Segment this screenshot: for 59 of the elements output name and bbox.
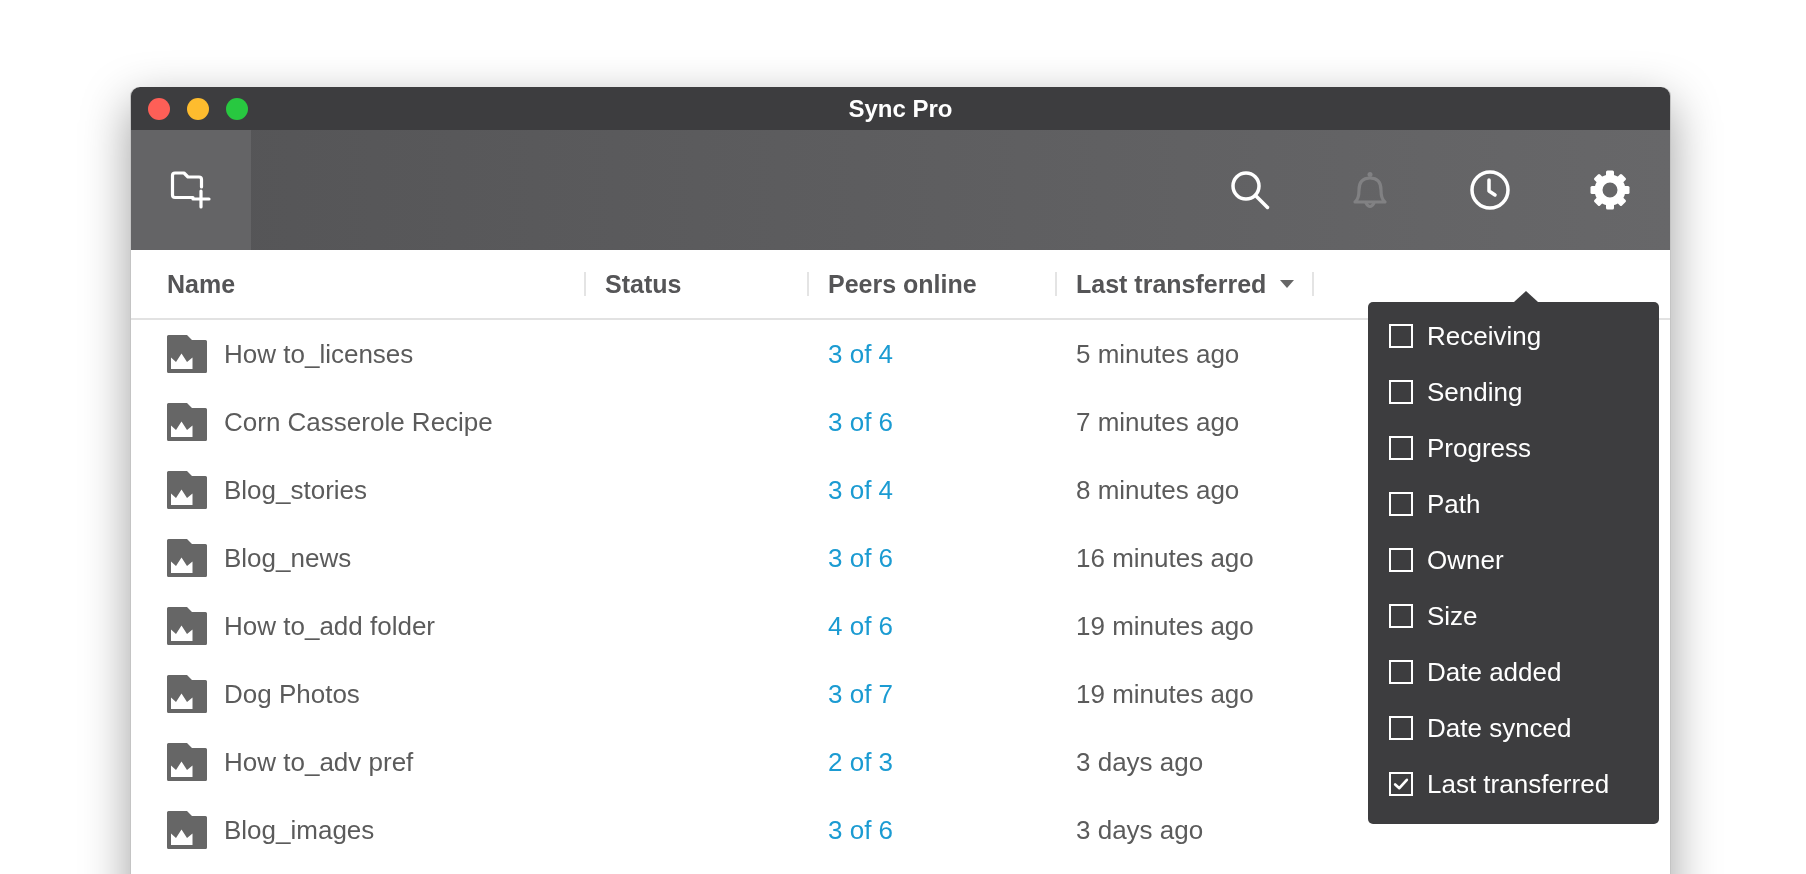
- checkbox[interactable]: [1389, 380, 1413, 404]
- column-option[interactable]: Progress: [1368, 420, 1659, 476]
- checkbox[interactable]: [1389, 548, 1413, 572]
- transfer-time: 3 days ago: [1076, 746, 1204, 777]
- history-button[interactable]: [1470, 170, 1510, 210]
- checkbox[interactable]: [1389, 660, 1413, 684]
- column-option[interactable]: Sending: [1368, 364, 1659, 420]
- shared-folder-icon: [167, 335, 207, 373]
- folder-name: How to_add folder: [224, 610, 436, 642]
- checkbox[interactable]: [1389, 604, 1413, 628]
- folder-name: How to_adv pref: [224, 746, 414, 778]
- folder-name: Blog_stories: [224, 474, 368, 506]
- caret-icon: [1280, 280, 1295, 288]
- folder-name: Blog_images: [224, 814, 375, 846]
- folder-plus-icon: [170, 171, 212, 209]
- checkbox[interactable]: [1389, 436, 1413, 460]
- gear-icon: [1590, 170, 1630, 210]
- transfer-time: 16 minutes ago: [1076, 542, 1254, 573]
- transfer-time: 7 minutes ago: [1076, 406, 1240, 437]
- checkbox[interactable]: [1389, 716, 1413, 740]
- settings-button[interactable]: [1590, 170, 1630, 210]
- add-folder-button[interactable]: [131, 130, 251, 250]
- column-option[interactable]: Size: [1368, 588, 1659, 644]
- column-header[interactable]: Name: [167, 269, 236, 299]
- shared-folder-icon: [167, 471, 207, 509]
- transfer-time: 8 minutes ago: [1076, 474, 1240, 505]
- minimize-button[interactable]: [187, 97, 209, 120]
- folder-name: Dog Photos: [224, 678, 360, 710]
- window-title: Sync Pro: [848, 94, 953, 123]
- column-option[interactable]: Date synced: [1368, 700, 1659, 756]
- shared-folder-icon: [167, 607, 207, 645]
- column-header[interactable]: Last transferred: [1076, 269, 1295, 299]
- folder-name: Corn Casserole Recipe: [224, 406, 493, 438]
- column-option[interactable]: Owner: [1368, 532, 1659, 588]
- zoom-button[interactable]: [226, 97, 248, 120]
- shared-folder-icon: [167, 539, 207, 577]
- column-header[interactable]: Peers online: [828, 269, 977, 299]
- close-button[interactable]: [148, 97, 170, 120]
- clock-icon: [1470, 170, 1510, 210]
- folder-name: How to_licenses: [224, 338, 414, 370]
- shared-folder-icon: [167, 675, 207, 713]
- transfer-time: 19 minutes ago: [1076, 610, 1254, 641]
- checkbox[interactable]: [1389, 492, 1413, 516]
- shared-folder-icon: [167, 403, 207, 441]
- search-icon: [1230, 170, 1270, 210]
- transfer-time: 19 minutes ago: [1076, 678, 1254, 709]
- folder-name: Blog_news: [224, 542, 352, 574]
- column-option[interactable]: Receiving: [1368, 308, 1659, 364]
- column-option[interactable]: Date added: [1368, 644, 1659, 700]
- shared-folder-icon: [167, 743, 207, 781]
- column-header[interactable]: Status: [605, 269, 682, 299]
- shared-folder-icon: [167, 811, 207, 849]
- transfer-time: 5 minutes ago: [1076, 338, 1240, 369]
- search-button[interactable]: [1230, 170, 1270, 210]
- checkbox[interactable]: [1389, 772, 1413, 796]
- column-option[interactable]: Last transferred: [1368, 756, 1659, 812]
- column-option[interactable]: Path: [1368, 476, 1659, 532]
- checkbox[interactable]: [1389, 324, 1413, 348]
- transfer-time: 3 days ago: [1076, 814, 1204, 845]
